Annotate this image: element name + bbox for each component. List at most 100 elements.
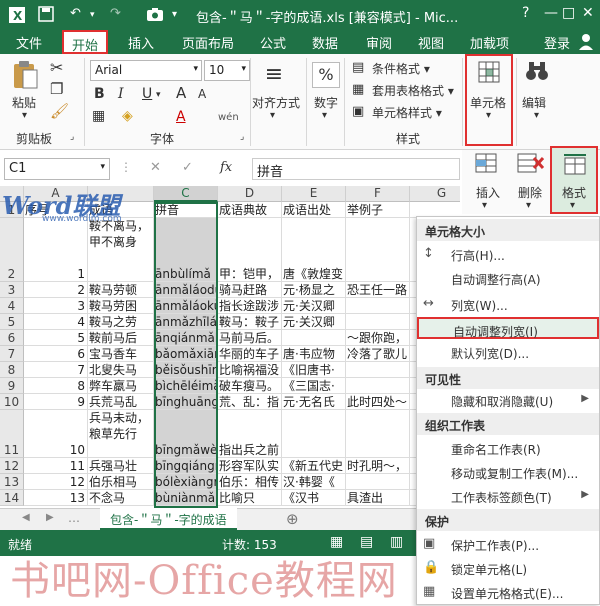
underline-dropdown-icon[interactable]: ▾	[156, 90, 161, 100]
paste-dropdown-icon[interactable]: ▾	[22, 110, 27, 121]
sheet-nav-right[interactable]: ▶	[46, 512, 54, 523]
table-cell[interactable]: 破车瘦马。	[218, 378, 282, 394]
fill-color-icon[interactable]: ◈	[122, 108, 133, 124]
table-cell[interactable]: 《旧唐书·	[282, 362, 346, 378]
restore-button[interactable]: □	[562, 5, 575, 21]
new-sheet-button[interactable]: ⊕	[286, 510, 299, 528]
table-cell[interactable]: běisǒushīm	[154, 362, 218, 378]
table-cell[interactable]	[346, 298, 410, 314]
table-cell[interactable]: 10	[24, 410, 88, 458]
copy-icon[interactable]: ❐	[50, 80, 63, 98]
table-cell[interactable]	[346, 362, 410, 378]
table-cell[interactable]: 冷落了歌儿	[346, 346, 410, 362]
row-header[interactable]: 8	[0, 362, 24, 378]
table-cell[interactable]: bīngmǎwèi	[154, 410, 218, 458]
row-header[interactable]: 5	[0, 314, 24, 330]
table-cell[interactable]: 元·关汉卿	[282, 314, 346, 330]
table-cell[interactable]: 6	[24, 346, 88, 362]
font-name-select[interactable]: Arial ▾	[90, 60, 202, 81]
format-painter-icon[interactable]: 🖌	[50, 102, 69, 120]
paste-button[interactable]: 粘贴	[12, 94, 36, 111]
camera-icon[interactable]	[146, 6, 164, 26]
spreadsheet-grid[interactable]: A C D E F G 1 序号 成语 拼音 成语典故 成语出处 举例子 2 1 鞍不离马，甲不离…	[0, 186, 460, 508]
table-cell[interactable]	[282, 330, 346, 346]
column-header[interactable]: D	[218, 186, 282, 202]
font-grow-button[interactable]: A	[176, 84, 186, 102]
table-cell[interactable]: 《新五代史	[282, 458, 346, 474]
row-header[interactable]: 7	[0, 346, 24, 362]
font-shrink-button[interactable]: A	[198, 87, 206, 101]
number-dropdown-icon[interactable]: ▾	[322, 110, 327, 121]
table-cell[interactable]: 兵荒马乱	[88, 394, 154, 410]
table-cell[interactable]: ～跟你跑，	[346, 330, 410, 346]
table-cell[interactable]: 比喻祸福没	[218, 362, 282, 378]
border-icon[interactable]: ▦	[92, 108, 105, 124]
table-cell[interactable]: 元·杨显之	[282, 282, 346, 298]
row-header[interactable]: 9	[0, 378, 24, 394]
font-launcher-icon[interactable]: ⌟	[240, 132, 244, 142]
percent-icon[interactable]: %	[312, 62, 340, 88]
menu-item-row-height[interactable]: ↕ 行高(H)...	[417, 243, 599, 265]
table-cell[interactable]: 马前马后。	[218, 330, 282, 346]
table-cell[interactable]: 鞍前马后	[88, 330, 154, 346]
table-cell[interactable]: 拼音	[154, 202, 218, 218]
close-button[interactable]: ✕	[582, 5, 594, 21]
table-cell[interactable]: 骑马赶路	[218, 282, 282, 298]
table-cell[interactable]: bùniànmǎ	[154, 490, 218, 506]
italic-button[interactable]: I	[118, 86, 124, 102]
table-cell[interactable]: 兵强马壮	[88, 458, 154, 474]
table-cell[interactable]: ānmǎzhīlá	[154, 314, 218, 330]
table-cell[interactable]: 7	[24, 362, 88, 378]
redo-icon[interactable]: ↷	[110, 6, 121, 21]
row-header[interactable]: 4	[0, 298, 24, 314]
menu-item-default-width[interactable]: 默认列宽(D)...	[417, 341, 599, 363]
insert-dropdown-icon[interactable]: ▾	[482, 200, 487, 211]
table-cell[interactable]: 鞍马劳顿	[88, 282, 154, 298]
row-header[interactable]: 2	[0, 218, 24, 282]
table-cell[interactable]: ānbùlímǎ	[154, 218, 218, 282]
tab-page-layout[interactable]: 页面布局	[182, 33, 234, 52]
minimize-button[interactable]: —	[544, 5, 558, 21]
table-cell[interactable]: 伯乐：相传	[218, 474, 282, 490]
tab-view[interactable]: 视图	[418, 33, 444, 52]
customize-quick-access-icon[interactable]: ▾	[172, 9, 177, 20]
table-cell[interactable]: 指长途跋涉	[218, 298, 282, 314]
table-cell[interactable]: 《汉书	[282, 490, 346, 506]
table-cell[interactable]: bīnghuāng	[154, 394, 218, 410]
binoculars-icon[interactable]	[524, 60, 550, 87]
excel-icon[interactable]: X	[8, 6, 26, 28]
tab-insert[interactable]: 插入	[128, 33, 154, 52]
menu-item-hide-unhide[interactable]: 隐藏和取消隐藏(U) ▶	[417, 389, 599, 411]
table-cell[interactable]	[346, 474, 410, 490]
table-cell[interactable]	[346, 410, 410, 458]
cut-icon[interactable]: ✂	[50, 58, 63, 77]
delete-cells-icon[interactable]	[516, 152, 545, 179]
menu-item-protect-sheet[interactable]: ▣ 保护工作表(P)...	[417, 533, 599, 555]
table-cell[interactable]: 此时四处～	[346, 394, 410, 410]
save-icon[interactable]	[38, 6, 54, 26]
table-cell[interactable]: 兵马未动，粮草先行	[88, 410, 154, 458]
conditional-format-icon[interactable]: ▤	[352, 60, 364, 75]
table-cell[interactable]: bīngqiángr	[154, 458, 218, 474]
table-cell[interactable]: 汉·韩婴《	[282, 474, 346, 490]
bold-button[interactable]: B	[94, 86, 105, 102]
table-cell[interactable]: 元·无名氏	[282, 394, 346, 410]
table-cell[interactable]: bìchēléimǎ	[154, 378, 218, 394]
insert-function-button[interactable]: fx	[220, 160, 232, 175]
table-cell[interactable]: 唐《敦煌变	[282, 218, 346, 282]
undo-dropdown-icon[interactable]: ▾	[90, 10, 95, 20]
column-header[interactable]: C	[154, 186, 218, 202]
undo-icon[interactable]: ↶	[70, 6, 81, 21]
help-button[interactable]: ?	[522, 5, 529, 21]
format-as-table-button[interactable]: 套用表格格式 ▾	[372, 82, 454, 99]
user-avatar-icon[interactable]	[578, 32, 594, 54]
menu-item-lock-cell[interactable]: 🔒 锁定单元格(L)	[417, 557, 599, 579]
column-header[interactable]: G	[410, 186, 460, 202]
table-cell[interactable]: 鞍马劳困	[88, 298, 154, 314]
cells-dropdown-icon[interactable]: ▾	[486, 110, 491, 121]
alignment-button[interactable]: 对齐方式	[252, 94, 300, 111]
table-cell[interactable]: 《三国志·	[282, 378, 346, 394]
delete-cells-button[interactable]: 删除	[518, 184, 542, 201]
formula-input[interactable]: 拼音	[252, 158, 460, 180]
editing-button[interactable]: 编辑	[522, 94, 546, 111]
